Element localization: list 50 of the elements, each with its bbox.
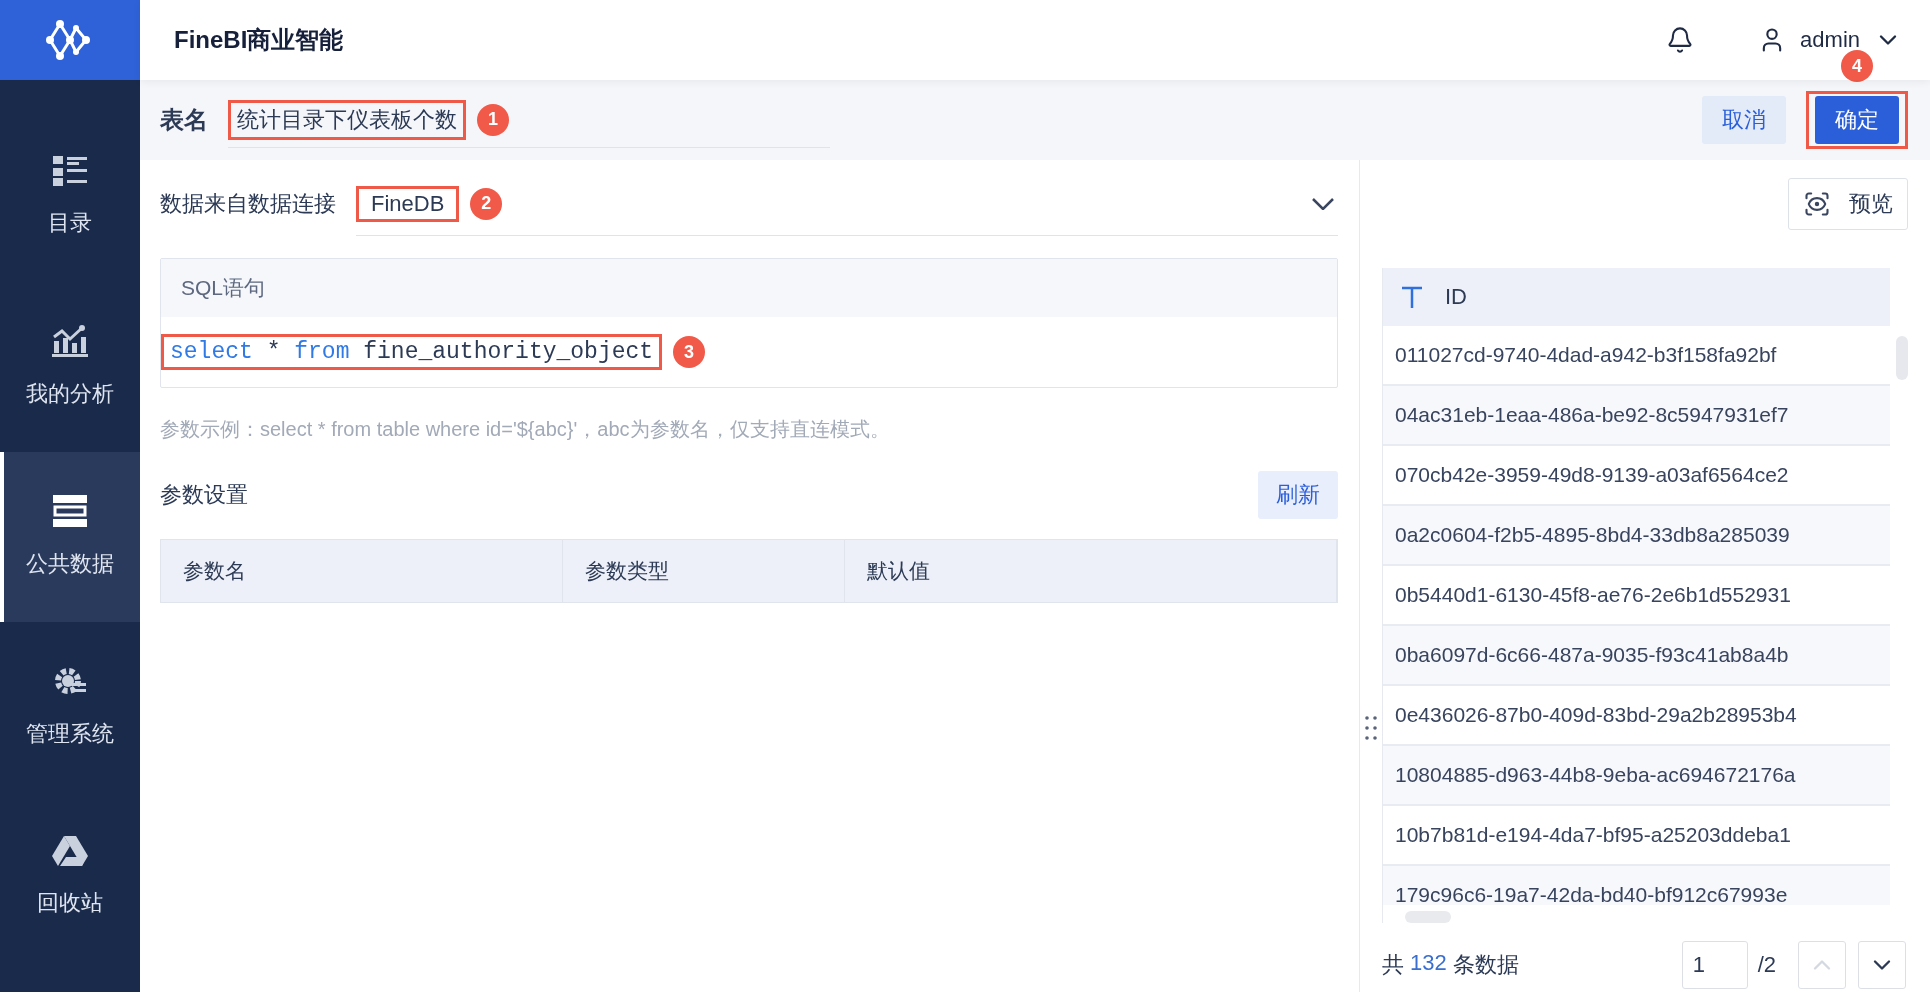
server-icon bbox=[53, 495, 87, 527]
table-cell: 04ac31eb-1eaa-486a-be92-8c5947931ef7 bbox=[1383, 386, 1890, 446]
bell-icon[interactable] bbox=[1666, 26, 1695, 54]
connection-select[interactable]: FineDB 2 bbox=[356, 172, 1338, 236]
field-value: 统计目录下仪表板个数 bbox=[237, 105, 457, 134]
column-header: 默认值 bbox=[845, 540, 1337, 602]
cancel-button[interactable]: 取消 bbox=[1702, 96, 1786, 144]
page-input[interactable]: 1 bbox=[1681, 941, 1748, 989]
column-header: 参数名 bbox=[161, 540, 563, 602]
step-number: 4 bbox=[1841, 50, 1873, 82]
user-name[interactable]: admin bbox=[1800, 27, 1860, 53]
sidebar-item[interactable]: 我的分析 bbox=[0, 282, 140, 452]
step-number: 1 bbox=[477, 103, 509, 136]
page-total: /2 bbox=[1757, 952, 1776, 978]
editor-header: SQL语句 bbox=[161, 259, 1337, 317]
sidebar-item[interactable]: 管理系统 bbox=[0, 622, 140, 792]
select-value: FineDB bbox=[370, 190, 446, 217]
table-name-field[interactable]: 统计目录下仪表板个数 1 bbox=[228, 92, 830, 148]
chart-icon bbox=[52, 325, 88, 357]
table-cell: 0a2c0604-f2b5-4895-8bd4-33db8a285039 bbox=[1383, 506, 1890, 566]
chevron-down-icon bbox=[1312, 197, 1334, 210]
sql-editor[interactable]: SQL语句 select * from fine_authority_object 3 bbox=[160, 258, 1338, 388]
sidebar-item[interactable]: 目录 bbox=[0, 112, 140, 282]
column-header: 参数类型 bbox=[563, 540, 845, 602]
confirm-button[interactable]: 确定 bbox=[1815, 96, 1899, 144]
column-title: ID bbox=[1445, 284, 1467, 310]
section-title: 参数设置 bbox=[160, 481, 248, 509]
list-icon bbox=[53, 156, 87, 186]
sql-code: select * from fine_authority_object bbox=[170, 339, 654, 365]
step-number: 3 bbox=[673, 336, 706, 368]
field-label: 数据来自数据连接 bbox=[160, 190, 336, 218]
record-count: 共 132 条数据 bbox=[1382, 950, 1520, 979]
eye-icon bbox=[1803, 190, 1831, 218]
refresh-button[interactable]: 刷新 bbox=[1258, 471, 1338, 519]
next-page-button[interactable] bbox=[1858, 941, 1906, 989]
step-number: 2 bbox=[470, 187, 503, 220]
triangle-icon bbox=[52, 836, 88, 866]
scrollbar-thumb[interactable] bbox=[1896, 336, 1908, 380]
field-label: 表名 bbox=[160, 105, 208, 135]
drag-handle-icon[interactable] bbox=[1365, 715, 1377, 743]
sidebar-item[interactable]: 公共数据 bbox=[0, 452, 140, 622]
table-cell: 10804885-d963-44b8-9eba-ac694672176a bbox=[1383, 746, 1890, 806]
text-type-icon bbox=[1401, 286, 1423, 308]
preview-button[interactable]: 预览 bbox=[1788, 178, 1908, 230]
hint-text: 参数示例：select * from table where id='${abc}'，abc为参数名，仅支持直连模式。 bbox=[160, 417, 891, 442]
table-cell: 0ba6097d-6c66-487a-9035-f93c41ab8a4b bbox=[1383, 626, 1890, 686]
gear-icon bbox=[54, 665, 86, 697]
app-title: FineBI商业智能 bbox=[174, 25, 345, 55]
sidebar-item[interactable]: 回收站 bbox=[0, 792, 140, 962]
table-cell: 179c96c6-19a7-42da-bd40-bf912c67993e bbox=[1383, 866, 1890, 905]
